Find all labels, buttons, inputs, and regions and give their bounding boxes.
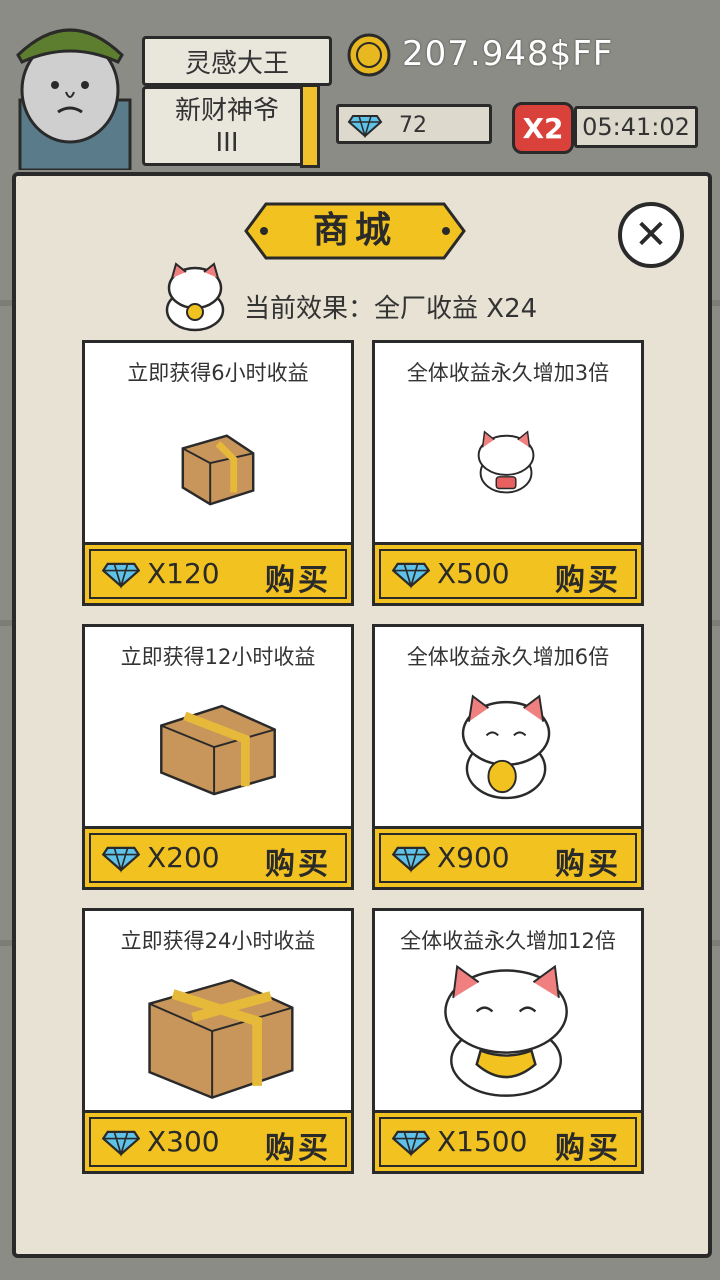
shop-item-title: 立即获得12小时收益 — [120, 645, 316, 669]
box-large-icon — [148, 978, 294, 1099]
buy-label: 购买 — [555, 563, 621, 598]
buy-button[interactable]: X300 购买 — [82, 1110, 354, 1174]
item-price: X900 — [437, 841, 510, 874]
diamond-icon — [391, 846, 431, 873]
buy-button[interactable]: X200 购买 — [82, 826, 354, 890]
shop-title: 商城 — [312, 210, 397, 251]
lucky-cat-small-icon — [477, 430, 535, 494]
shop-item-12x: 全体收益永久增加12倍 X1500 购买 — [372, 908, 644, 1174]
diamond-icon — [101, 562, 141, 589]
close-icon: ✕ — [634, 212, 668, 258]
shop-item-title: 全体收益永久增加3倍 — [406, 361, 610, 385]
diamond-icon — [391, 562, 431, 589]
coin-icon — [347, 33, 391, 77]
buy-button[interactable]: X500 购买 — [372, 542, 644, 606]
gem-balance-box[interactable]: 72 — [336, 104, 492, 144]
box-small-icon — [181, 434, 255, 506]
buy-label: 购买 — [555, 847, 621, 882]
buy-label: 购买 — [265, 563, 331, 598]
lucky-cat-large-icon — [444, 964, 568, 1097]
player-title-rank: III — [215, 128, 239, 158]
diamond-icon — [391, 1130, 431, 1157]
current-effect: 当前效果：全厂收益 X24 — [244, 294, 538, 324]
shop-item-title: 全体收益永久增加12倍 — [400, 929, 616, 953]
shop-item-title: 立即获得6小时收益 — [127, 361, 309, 385]
item-price: X200 — [147, 841, 220, 874]
player-avatar[interactable] — [0, 0, 150, 170]
player-title-name: 新财神爷 — [174, 96, 279, 126]
shop-item-12h: 立即获得12小时收益 X200 购买 — [82, 624, 354, 890]
buy-label: 购买 — [555, 1131, 621, 1166]
shop-item-title: 全体收益永久增加6倍 — [406, 645, 610, 669]
shop-item-3x: 全体收益永久增加3倍 X500 购买 — [372, 340, 644, 606]
title-progress-bar — [300, 84, 320, 168]
buy-label: 购买 — [265, 1131, 331, 1166]
item-price: X500 — [437, 557, 510, 590]
boost-badge[interactable]: X2 — [512, 102, 574, 154]
lucky-cat-medium-icon — [461, 694, 551, 800]
item-price: X300 — [147, 1125, 220, 1158]
diamond-icon — [347, 115, 383, 138]
diamond-icon — [101, 846, 141, 873]
close-button[interactable]: ✕ — [618, 202, 684, 268]
shop-item-6x: 全体收益永久增加6倍 X900 购买 — [372, 624, 644, 890]
shop-item-24h: 立即获得24小时收益 X300 购买 — [82, 908, 354, 1174]
box-medium-icon — [160, 704, 276, 796]
gem-count: 72 — [399, 113, 427, 138]
buy-label: 购买 — [265, 847, 331, 882]
lucky-cat-icon — [165, 262, 225, 332]
player-name: 灵感大王 — [142, 36, 332, 86]
player-title: 新财神爷 III — [142, 86, 312, 166]
buy-button[interactable]: X120 购买 — [82, 542, 354, 606]
diamond-icon — [101, 1130, 141, 1157]
item-price: X120 — [147, 557, 220, 590]
coin-balance: 207.948$FF — [402, 34, 614, 74]
item-price: X1500 — [437, 1125, 528, 1158]
shop-item-6h: 立即获得6小时收益 X120 购买 — [82, 340, 354, 606]
buy-button[interactable]: X900 购买 — [372, 826, 644, 890]
boost-timer: 05:41:02 — [574, 106, 698, 148]
buy-button[interactable]: X1500 购买 — [372, 1110, 644, 1174]
shop-item-title: 立即获得24小时收益 — [120, 929, 316, 953]
